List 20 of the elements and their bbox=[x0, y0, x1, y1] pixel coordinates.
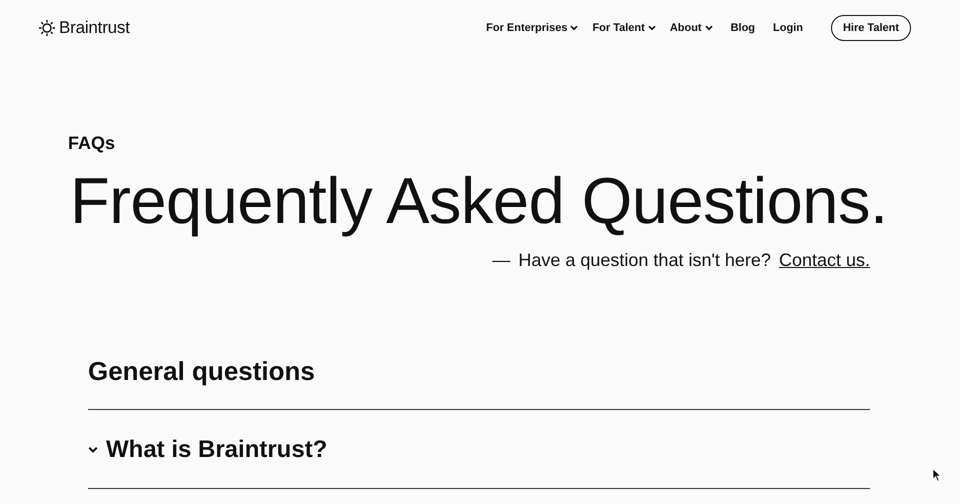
faq-question[interactable]: What is Braintrust? bbox=[88, 410, 870, 489]
question-prompt: Have a question that isn't here? bbox=[518, 250, 771, 271]
nav-link[interactable]: Blog bbox=[730, 22, 756, 34]
dash: — bbox=[492, 250, 510, 271]
page-title: Frequently Asked Questions. bbox=[69, 163, 889, 239]
logo-icon bbox=[38, 19, 56, 37]
cursor-icon bbox=[933, 469, 941, 481]
section-title: General questions bbox=[88, 355, 316, 387]
chevron-down-icon bbox=[88, 446, 98, 454]
brand-name: Braintrust bbox=[59, 18, 130, 38]
chevron-down-icon bbox=[648, 25, 656, 31]
chevron-down-icon bbox=[570, 25, 578, 31]
nav-menu[interactable]: About bbox=[670, 22, 713, 34]
contact-link[interactable]: Contact us. bbox=[778, 250, 870, 271]
hire-talent-button[interactable]: Hire Talent bbox=[830, 15, 911, 41]
nav-menu[interactable]: For Enterprises bbox=[486, 22, 578, 34]
eyebrow-label: FAQs bbox=[68, 133, 116, 154]
chevron-down-icon bbox=[704, 25, 713, 31]
nav-link[interactable]: Login bbox=[773, 22, 803, 34]
nav-menu[interactable]: For Talent bbox=[592, 22, 656, 34]
